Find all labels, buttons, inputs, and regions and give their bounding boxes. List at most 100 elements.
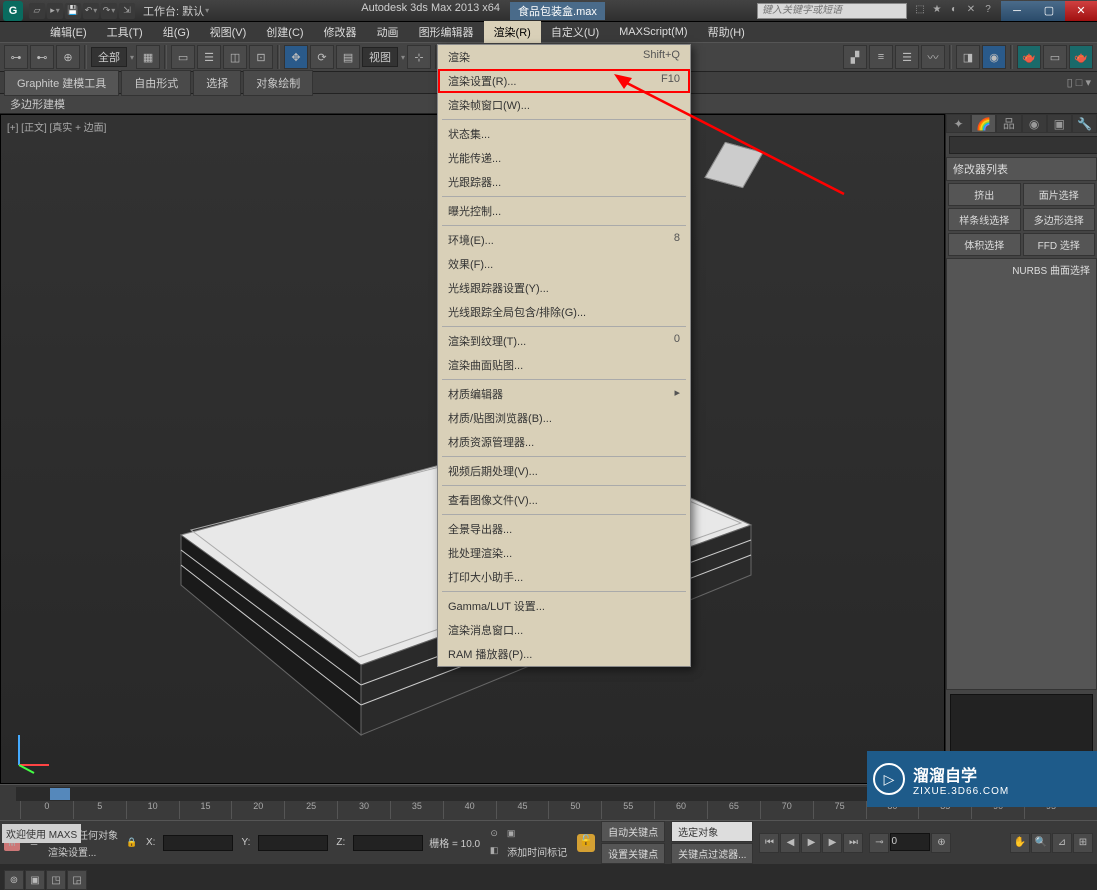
menu-item[interactable]: 渲染Shift+Q xyxy=(438,45,690,69)
window-maximize-button[interactable]: ▢ xyxy=(1033,1,1065,21)
menu-V[interactable]: 视图(V) xyxy=(200,21,257,43)
app-logo-icon[interactable]: G xyxy=(3,1,23,21)
render-icon[interactable]: 🫖 xyxy=(1069,45,1093,69)
cmd-button[interactable]: 样条线选择 xyxy=(948,208,1021,231)
menu-item[interactable]: 光跟踪器... xyxy=(438,170,690,194)
menu-item[interactable]: Gamma/LUT 设置... xyxy=(438,594,690,618)
modifier-stack[interactable] xyxy=(950,694,1093,759)
play-icon[interactable]: ▶ xyxy=(801,833,821,853)
modifier-list-dropdown[interactable]: 修改器列表 xyxy=(946,157,1097,181)
signin-icon[interactable]: ◐ xyxy=(947,4,961,18)
menu-item[interactable]: 视频后期处理(V)... xyxy=(438,459,690,483)
qat-save-icon[interactable]: 💾 xyxy=(65,3,81,19)
curve-icon[interactable]: 〰 xyxy=(921,45,945,69)
align-icon[interactable]: ≡ xyxy=(869,45,893,69)
menu-[interactable]: 图形编辑器 xyxy=(409,21,484,43)
menu-item[interactable]: 状态集... xyxy=(438,122,690,146)
cmd-tab-modify-icon[interactable]: 🌈 xyxy=(971,114,996,133)
menu-item[interactable]: 打印大小助手... xyxy=(438,565,690,589)
ribbon-tab-1[interactable]: 自由形式 xyxy=(121,70,191,96)
menu-item[interactable]: 渲染消息窗口... xyxy=(438,618,690,642)
render-setup-icon[interactable]: 🫖 xyxy=(1017,45,1041,69)
vp-nav-icon[interactable]: ◳ xyxy=(46,870,66,890)
window-minimize-button[interactable]: ─ xyxy=(1001,1,1033,21)
menu-item[interactable]: 材质/贴图浏览器(B)... xyxy=(438,406,690,430)
info-center-icon[interactable]: ⬚ xyxy=(913,4,927,18)
fov-icon[interactable]: ⊿ xyxy=(1052,833,1072,853)
select-icon[interactable]: ▭ xyxy=(171,45,195,69)
viewcube[interactable] xyxy=(714,145,764,195)
current-frame-input[interactable] xyxy=(890,833,930,851)
lock-selection-icon[interactable]: 🔒 xyxy=(124,835,140,851)
menu-item[interactable]: 渲染曲面贴图... xyxy=(438,353,690,377)
nurbs-button[interactable]: NURBS 曲面选择 xyxy=(946,258,1097,690)
xref-icon[interactable]: ▣ xyxy=(503,826,519,842)
cmd-button[interactable]: 多边形选择 xyxy=(1023,208,1096,231)
menu-item[interactable]: 渲染到纹理(T)...0 xyxy=(438,329,690,353)
ribbon-collapse-icon[interactable]: ▯ □ ▾ xyxy=(1061,74,1097,91)
menu-item[interactable]: 渲染设置(R)...F10 xyxy=(438,69,690,93)
menu-item[interactable]: RAM 播放器(P)... xyxy=(438,642,690,666)
qat-open-icon[interactable]: ▸▾ xyxy=(47,3,63,19)
exchange-icon[interactable]: ✕ xyxy=(964,4,978,18)
setkey-button[interactable]: 设置关键点 xyxy=(601,843,665,864)
qat-new-icon[interactable]: ▱ xyxy=(29,3,45,19)
cmd-tab-create-icon[interactable]: ✦ xyxy=(946,114,971,133)
key-lock-icon[interactable]: 🔓 xyxy=(577,834,595,852)
region-icon[interactable]: ◫ xyxy=(223,45,247,69)
menu-item[interactable]: 渲染帧窗口(W)... xyxy=(438,93,690,117)
cmd-button[interactable]: FFD 选择 xyxy=(1023,233,1096,256)
keymode-icon[interactable]: ⊸ xyxy=(869,833,889,853)
isolate-icon[interactable]: ⊙ xyxy=(486,826,502,842)
object-name-input[interactable] xyxy=(949,136,1097,154)
menu-E[interactable]: 编辑(E) xyxy=(40,21,97,43)
cmd-button[interactable]: 面片选择 xyxy=(1023,183,1096,206)
render-frame-icon[interactable]: ▭ xyxy=(1043,45,1067,69)
menu-item[interactable]: 材质资源管理器... xyxy=(438,430,690,454)
menu-item[interactable]: 全景导出器... xyxy=(438,517,690,541)
menu-item[interactable]: 光能传递... xyxy=(438,146,690,170)
pivot-icon[interactable]: ⊹ xyxy=(407,45,431,69)
zoom-all-icon[interactable]: ⊞ xyxy=(1073,833,1093,853)
material-icon[interactable]: ◉ xyxy=(982,45,1006,69)
filter-icon[interactable]: ▦ xyxy=(136,45,160,69)
schematic-icon[interactable]: ◨ xyxy=(956,45,980,69)
qat-undo-icon[interactable]: ↶▾ xyxy=(83,3,99,19)
ribbon-tab-2[interactable]: 选择 xyxy=(193,70,241,96)
menu-U[interactable]: 自定义(U) xyxy=(541,21,609,43)
ribbon-tab-0[interactable]: Graphite 建模工具 xyxy=(4,70,119,96)
menu-[interactable]: 修改器 xyxy=(314,21,367,43)
goto-start-icon[interactable]: ⏮ xyxy=(759,833,779,853)
refcoord-dropdown[interactable]: 视图 xyxy=(362,47,398,67)
cmd-tab-display-icon[interactable]: ▣ xyxy=(1047,114,1072,133)
star-icon[interactable]: ★ xyxy=(930,4,944,18)
goto-end-icon[interactable]: ⏭ xyxy=(843,833,863,853)
menu-item[interactable]: 批处理渲染... xyxy=(438,541,690,565)
vp-nav2-icon[interactable]: ◲ xyxy=(67,870,87,890)
selobj-dropdown[interactable]: 选定对象 xyxy=(671,821,753,842)
coord-y-input[interactable] xyxy=(258,835,328,851)
menu-R[interactable]: 渲染(R) xyxy=(484,21,541,43)
coord-z-input[interactable] xyxy=(353,835,423,851)
menu-item[interactable]: 环境(E)...8 xyxy=(438,228,690,252)
qat-redo-icon[interactable]: ↷▾ xyxy=(101,3,117,19)
keyfilter-button[interactable]: 关键点过滤器... xyxy=(671,843,753,864)
window-cross-icon[interactable]: ⊡ xyxy=(249,45,273,69)
search-input[interactable] xyxy=(757,3,907,19)
menu-G[interactable]: 组(G) xyxy=(153,21,200,43)
bind-icon[interactable]: ⊕ xyxy=(56,45,80,69)
menu-item[interactable]: 查看图像文件(V)... xyxy=(438,488,690,512)
prev-frame-icon[interactable]: ◀ xyxy=(780,833,800,853)
menu-item[interactable]: 材质编辑器▸ xyxy=(438,382,690,406)
ribbon-tab-3[interactable]: 对象绘制 xyxy=(243,70,313,96)
maxview-icon[interactable]: ▣ xyxy=(25,870,45,890)
help-icon[interactable]: ? xyxy=(981,4,995,18)
cmd-button[interactable]: 体积选择 xyxy=(948,233,1021,256)
cmd-button[interactable]: 挤出 xyxy=(948,183,1021,206)
unlink-icon[interactable]: ⊷ xyxy=(30,45,54,69)
scale-icon[interactable]: ▤ xyxy=(336,45,360,69)
window-close-button[interactable]: ✕ xyxy=(1065,1,1097,21)
orbit-icon[interactable]: ⊚ xyxy=(4,870,24,890)
workspace-label[interactable]: 工作台: 默认 xyxy=(143,3,204,19)
pan-icon[interactable]: ✋ xyxy=(1010,833,1030,853)
